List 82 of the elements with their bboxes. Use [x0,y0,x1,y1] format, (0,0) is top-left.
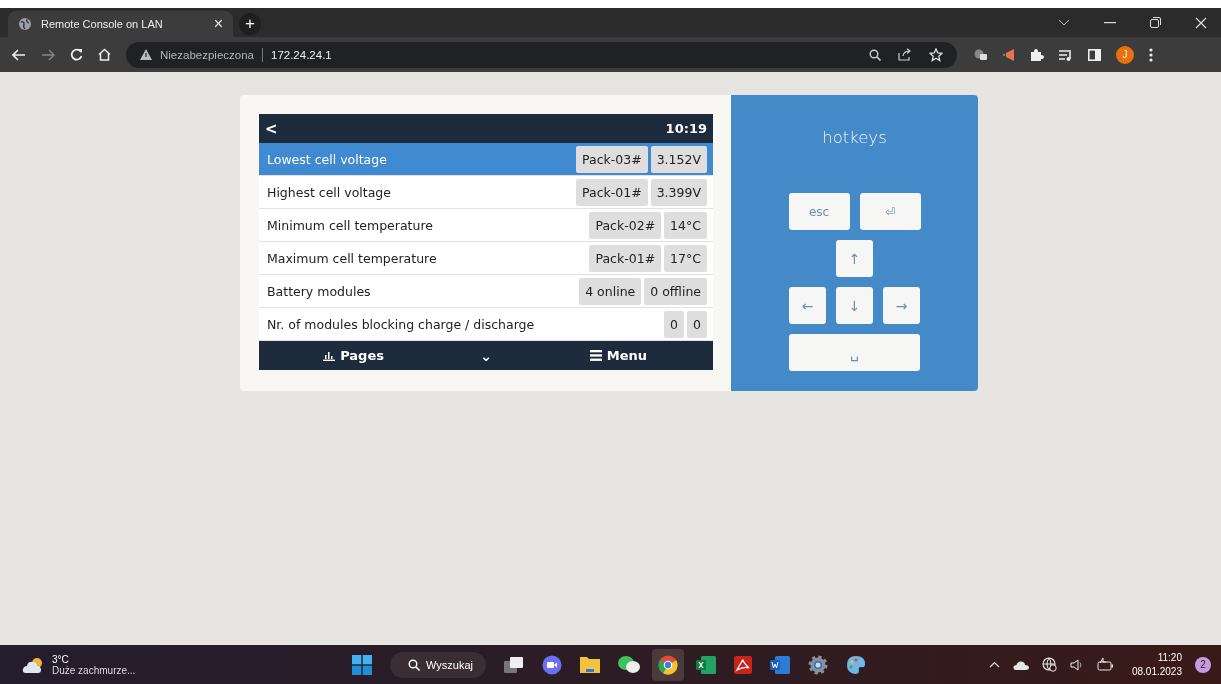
battery-icon[interactable] [1096,658,1113,671]
cloud-icon[interactable] [1012,659,1029,670]
forward-icon[interactable] [41,48,55,61]
row-label: Minimum cell temperature [267,217,434,233]
chevron-button[interactable]: ⌄ [448,347,524,364]
row-label: Nr. of modules blocking charge / discharge [267,316,536,332]
network-icon[interactable] [1041,657,1057,672]
value-chip: Pack-03# [576,145,648,173]
playlist-icon[interactable] [1059,48,1073,61]
chat-bubbles-icon[interactable] [618,655,640,674]
value-chip: 0 [664,310,685,338]
tab-search-icon[interactable] [1058,18,1070,27]
list-row[interactable]: Battery modules 4 online 0 offline [259,275,713,308]
task-view-icon[interactable] [504,655,524,674]
share-icon[interactable] [898,48,912,61]
video-chat-icon[interactable] [542,654,562,675]
hotkeys-title: hotkeys [822,128,887,147]
side-panel-icon[interactable] [1088,48,1101,61]
value-chip: Pack-01# [589,244,662,272]
taskbar-search-field[interactable]: Wyszukaj [390,651,486,678]
close-tab-button[interactable]: × [213,15,223,33]
weather-text: Duże zachmurze... [52,664,136,676]
menu-icon [589,350,602,361]
url-text: 172.24.24.1 [271,48,332,61]
browser-app-button[interactable] [652,648,684,681]
puzzle-icon[interactable] [1030,47,1044,62]
browser-icon [658,654,678,675]
reload-icon[interactable] [70,48,83,61]
temperature-text: 3°C [52,653,70,665]
row-label: Highest cell voltage [267,184,392,200]
star-icon[interactable] [929,47,943,62]
value-chip: 3.152V [650,145,707,173]
back-button[interactable]: < [265,119,278,138]
search-icon [408,658,420,671]
extension-icon[interactable] [974,48,988,61]
browser-tab[interactable]: Remote Console on LAN × [8,11,233,37]
value-chip: 4 online [579,277,642,305]
clock-date: 08.01.2023 [1131,664,1182,679]
value-chip: Pack-01# [576,178,648,206]
search-icon[interactable] [869,48,881,61]
value-chip: 0 offline [644,277,707,305]
start-icon[interactable] [352,654,372,675]
notification-badge[interactable]: 2 [1195,656,1211,673]
list-row[interactable]: Maximum cell temperature Pack-01# 17°C [259,242,713,275]
volume-icon[interactable] [1069,658,1084,671]
folder-icon[interactable] [580,656,600,673]
new-tab-button[interactable]: + [239,13,261,35]
restore-icon[interactable] [1150,17,1161,28]
tab-title: Remote Console on LAN [41,18,164,30]
pages-button[interactable]: Pages [259,348,449,363]
home-icon[interactable] [98,48,111,61]
more-icon[interactable] [1149,47,1153,62]
chart-icon [323,350,336,361]
value-chip: 14°C [664,211,707,239]
close-icon[interactable] [1195,16,1207,29]
chevron-up-icon[interactable] [988,661,1000,668]
minimize-icon[interactable] [1104,21,1116,24]
security-label: Niezabezpieczona [160,48,254,61]
row-label: Lowest cell voltage [267,151,388,167]
back-icon[interactable] [12,48,26,61]
value-chip: 0 [687,310,707,338]
row-label: Maximum cell temperature [267,250,438,266]
speaker-extension-icon[interactable] [1003,47,1015,62]
list-row[interactable]: Nr. of modules blocking charge / discharge 0 0 [259,308,713,341]
value-chip: 17°C [664,244,707,272]
address-field[interactable]: Niezabezpieczona 172.24.24.1 [126,41,957,68]
globe-icon [18,17,32,31]
document-icon[interactable] [770,655,790,674]
spreadsheet-icon[interactable] [696,655,716,674]
gear-icon[interactable] [808,654,828,675]
clock-time: 11:20 [1156,650,1182,665]
pdf-icon[interactable] [734,655,752,674]
row-label: Battery modules [267,283,372,299]
palette-icon[interactable] [846,654,866,675]
list-row[interactable]: Lowest cell voltage Pack-03# 3.152V [259,143,713,176]
clock-text: 10:19 [665,121,707,136]
value-chip: Pack-02# [589,211,662,239]
warning-icon [140,49,152,60]
list-row[interactable]: Minimum cell temperature Pack-02# 14°C [259,209,713,242]
list-row[interactable]: Highest cell voltage Pack-01# 3.399V [259,176,713,209]
menu-button[interactable]: Menu [523,348,713,363]
value-chip: 3.399V [650,178,707,206]
